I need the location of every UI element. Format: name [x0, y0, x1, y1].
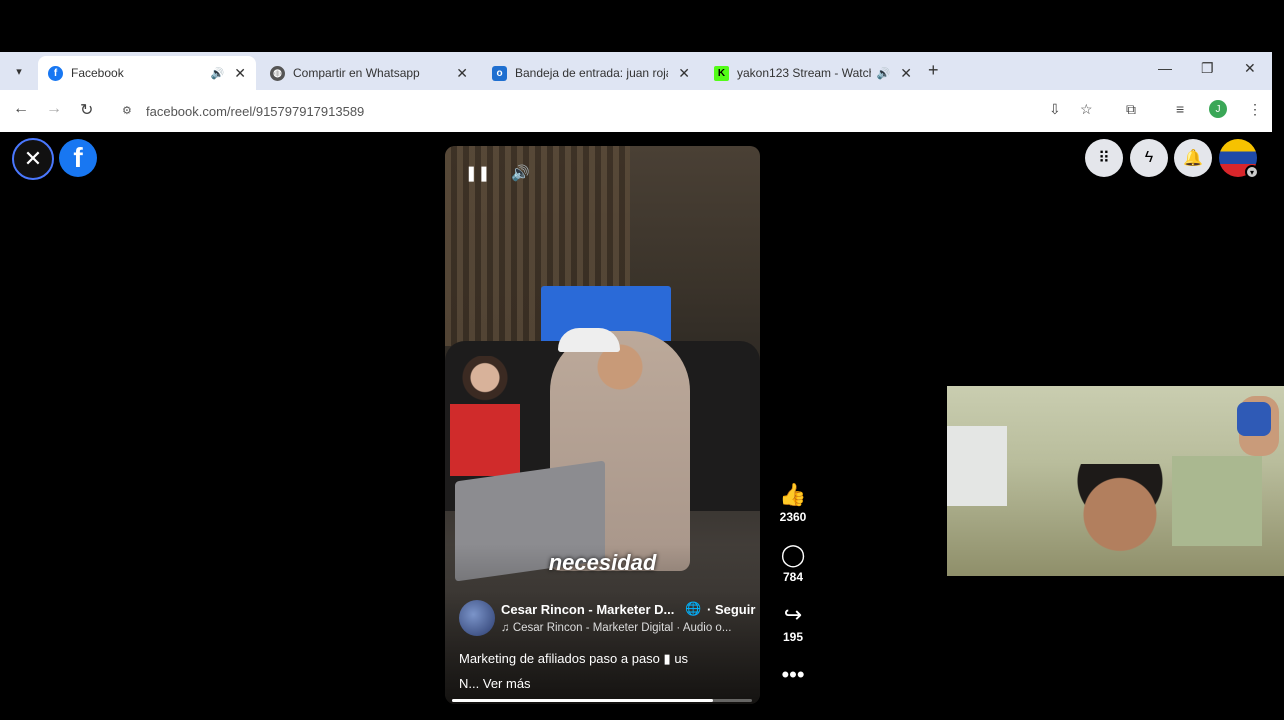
toolbar: ← → ↻ ⚙ facebook.com/reel/91579791791358…: [0, 90, 1272, 132]
tab-whatsapp[interactable]: ◍ Compartir en Whatsapp ✕: [260, 56, 478, 90]
webcam-cabinet: [947, 426, 1007, 506]
comment-count: 784: [782, 570, 804, 584]
video-girl: [450, 356, 520, 476]
audio-link[interactable]: ♫ Cesar Rincon - Marketer Digital · Audi…: [501, 622, 751, 634]
kick-favicon-icon: K: [714, 65, 729, 81]
close-window-button[interactable]: ✕: [1244, 60, 1256, 77]
reel-video[interactable]: ❚❚ 🔊 necesidad Cesar Rincon - Marketer D…: [445, 146, 760, 704]
notifications-bell-icon[interactable]: 🔔: [1174, 139, 1212, 177]
tab-kick-stream[interactable]: K yakon123 Stream - Watch L 🔊 ✕: [704, 56, 922, 90]
webcam-cabinet-right: [1172, 456, 1262, 546]
facebook-reel-page: ✕ f ⠿ ϟ 🔔 ▾ ❚❚ 🔊 necesidad Cesar Rincon …: [0, 132, 1284, 720]
tab-title: yakon123 Stream - Watch L: [737, 66, 871, 80]
tab-title: Facebook: [71, 66, 124, 80]
description-text: Marketing de afiliados paso a paso: [459, 651, 660, 666]
video-progress-fill: [452, 699, 713, 702]
tab-facebook[interactable]: f Facebook 🔊 ✕: [38, 56, 256, 90]
speaker-icon[interactable]: 🔊: [211, 67, 225, 80]
url-text[interactable]: facebook.com/reel/915797917913589: [146, 104, 364, 119]
tab-outlook[interactable]: o Bandeja de entrada: juan rojas ✕: [482, 56, 700, 90]
author-avatar[interactable]: [459, 600, 495, 636]
site-settings-icon[interactable]: ⚙: [122, 104, 136, 118]
media-control-icon[interactable]: ≡: [1176, 101, 1184, 117]
webcam-overlay: [947, 386, 1284, 576]
tab-title: Bandeja de entrada: juan rojas: [515, 66, 669, 80]
globe-favicon-icon: ◍: [270, 65, 285, 81]
facebook-logo-icon[interactable]: f: [59, 139, 97, 177]
see-more-link[interactable]: Ver más: [483, 676, 531, 691]
description-line2: N...: [459, 676, 480, 691]
extensions-puzzle-icon[interactable]: ⧉: [1126, 101, 1136, 118]
close-reel-button[interactable]: ✕: [12, 138, 54, 180]
new-tab-button[interactable]: +: [928, 60, 939, 81]
webcam-cup: [1237, 402, 1271, 436]
more-dots-icon: •••: [781, 662, 805, 687]
video-caption: necesidad: [548, 550, 657, 575]
tab-title: Compartir en Whatsapp: [293, 66, 420, 80]
thumbs-up-icon: 👍: [779, 482, 807, 507]
volume-icon[interactable]: 🔊: [511, 164, 530, 182]
install-app-icon[interactable]: ⇩: [1049, 101, 1061, 118]
close-tab-icon[interactable]: ✕: [456, 65, 468, 82]
pause-icon[interactable]: ❚❚: [465, 164, 490, 182]
like-count: 2360: [779, 510, 807, 524]
description-tail: us: [674, 651, 689, 666]
outlook-favicon-icon: o: [492, 65, 507, 81]
like-button[interactable]: 👍 2360: [771, 482, 815, 524]
messenger-icon[interactable]: ϟ: [1130, 139, 1168, 177]
facebook-favicon-icon: f: [48, 65, 63, 81]
public-globe-icon: 🌐: [685, 601, 702, 616]
account-avatar[interactable]: ▾: [1219, 139, 1259, 179]
video-progress-bar[interactable]: [452, 699, 752, 702]
author-name[interactable]: Cesar Rincon - Marketer D...: [501, 602, 681, 617]
menu-kebab-icon[interactable]: ⋮: [1248, 101, 1262, 118]
emoji-icon: ▮: [663, 651, 671, 666]
menu-grid-icon[interactable]: ⠿: [1085, 139, 1123, 177]
back-arrow-icon[interactable]: ←: [13, 100, 29, 118]
video-cap: [558, 328, 620, 352]
address-bar[interactable]: ⚙ facebook.com/reel/915797917913589: [112, 96, 1112, 126]
reload-icon[interactable]: ↻: [80, 100, 93, 120]
close-tab-icon[interactable]: ✕: [678, 65, 690, 82]
tab-search-button[interactable]: ▾: [8, 60, 30, 82]
bookmark-star-icon[interactable]: ☆: [1080, 101, 1093, 118]
webcam-person: [1075, 464, 1165, 576]
minimize-button[interactable]: —: [1158, 60, 1172, 76]
speaker-icon[interactable]: 🔊: [877, 67, 891, 80]
profile-avatar[interactable]: J: [1209, 100, 1227, 118]
close-tab-icon[interactable]: ✕: [900, 65, 912, 82]
forward-arrow-icon[interactable]: →: [46, 100, 62, 118]
share-button[interactable]: ↪ 195: [771, 602, 815, 644]
screen-top-border: [0, 0, 1284, 52]
follow-button[interactable]: · Seguir: [707, 602, 755, 617]
share-arrow-icon: ↪: [783, 602, 803, 627]
chevron-down-icon: ▾: [1245, 165, 1259, 179]
comment-button[interactable]: ◯ 784: [771, 542, 815, 584]
more-options-button[interactable]: •••: [771, 662, 815, 688]
close-tab-icon[interactable]: ✕: [234, 65, 246, 82]
browser-chrome: ▾ f Facebook 🔊 ✕ ◍ Compartir en Whatsapp…: [0, 52, 1272, 132]
comment-bubble-icon: ◯: [780, 542, 806, 567]
restore-button[interactable]: ❐: [1201, 60, 1214, 77]
tab-strip: ▾ f Facebook 🔊 ✕ ◍ Compartir en Whatsapp…: [0, 52, 1272, 90]
share-count: 195: [782, 630, 804, 644]
audio-text: Cesar Rincon - Marketer Digital · Audio …: [512, 622, 732, 634]
reel-description: Marketing de afiliados paso a paso ▮ us …: [459, 646, 749, 696]
